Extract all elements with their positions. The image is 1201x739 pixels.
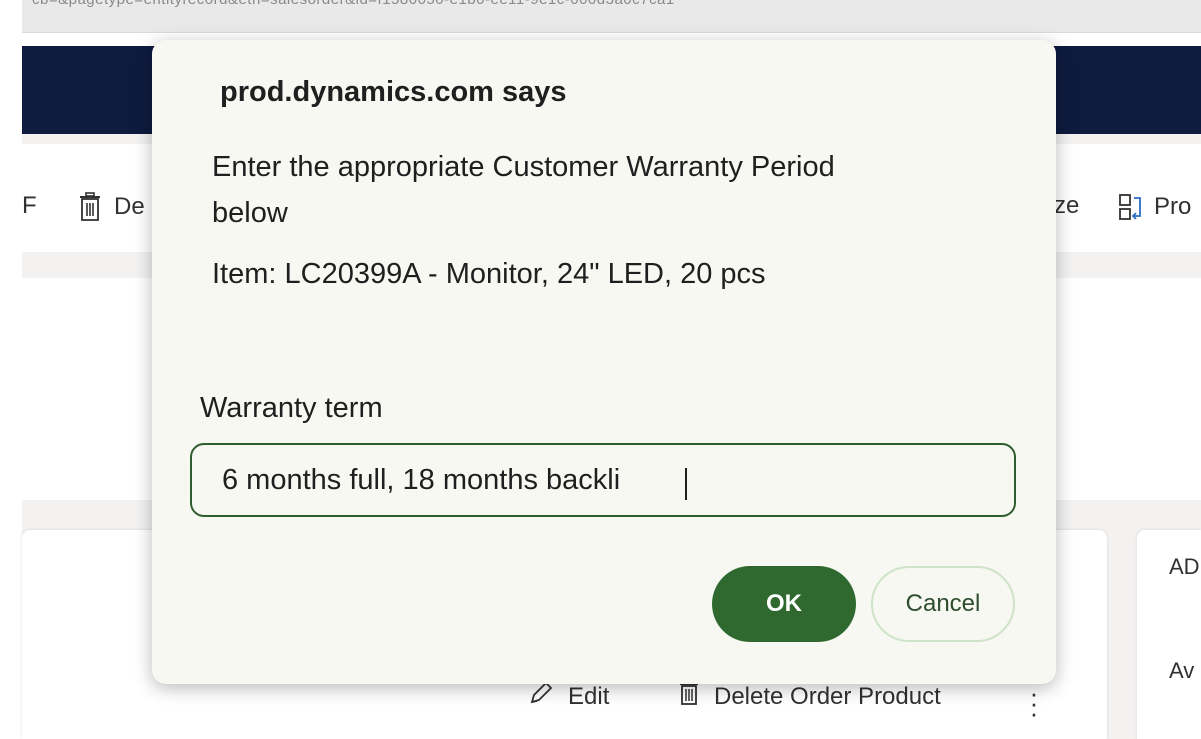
- trash-icon: [78, 192, 104, 222]
- cancel-button[interactable]: Cancel: [871, 566, 1015, 642]
- prompt-dialog: prod.dynamics.com says Enter the appropr…: [152, 40, 1056, 684]
- delete-command-label: De: [114, 193, 145, 220]
- side-card: AD Av: [1137, 530, 1201, 739]
- pencil-icon: [528, 680, 554, 713]
- command-ze[interactable]: ze: [1054, 192, 1079, 220]
- edit-button[interactable]: Edit: [528, 680, 609, 713]
- process-command[interactable]: Pro: [1118, 192, 1191, 222]
- command-ze-label: ze: [1054, 192, 1080, 219]
- text-caret: [685, 468, 687, 500]
- process-command-label: Pro: [1154, 193, 1192, 220]
- process-icon: [1118, 192, 1144, 222]
- warranty-term-label: Warranty term: [200, 392, 383, 424]
- warranty-term-input[interactable]: [190, 443, 1016, 517]
- browser-address-bar[interactable]: cb=&pagetype=entityrecord&etn=salesorder…: [22, 0, 1201, 33]
- ok-button[interactable]: OK: [712, 566, 856, 642]
- delete-command[interactable]: De: [78, 192, 145, 222]
- edit-button-label: Edit: [568, 682, 610, 710]
- delete-order-product-label: Delete Order Product: [714, 682, 941, 710]
- dialog-item-line: Item: LC20399A - Monitor, 24" LED, 20 pc…: [212, 258, 766, 290]
- delete-order-product-button[interactable]: Delete Order Product: [678, 680, 941, 713]
- dialog-message: Enter the appropriate Customer Warranty …: [212, 151, 835, 229]
- command-f[interactable]: F: [22, 192, 37, 220]
- dialog-title: prod.dynamics.com says: [220, 76, 567, 108]
- side-card-label-1: AD: [1169, 554, 1200, 579]
- trash-icon: [678, 680, 700, 713]
- side-card-label-2: Av: [1169, 658, 1195, 683]
- command-f-label: F: [22, 192, 37, 219]
- url-text: cb=&pagetype=entityrecord&etn=salesorder…: [32, 0, 675, 8]
- kebab-icon[interactable]: · · ·: [1024, 680, 1044, 726]
